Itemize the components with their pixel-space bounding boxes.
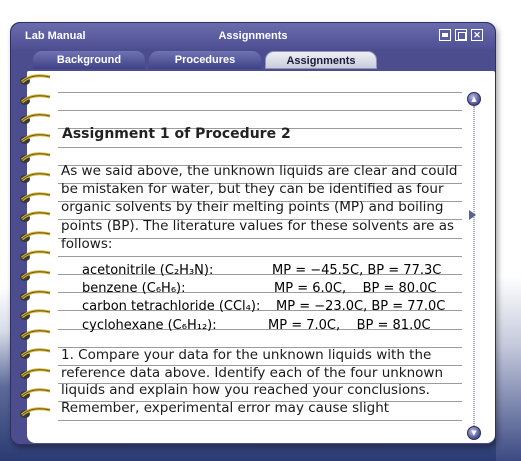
solvent-row-acetonitrile: acetonitrile (C₂H₃N): MP = −45.5C, BP = … <box>82 262 462 280</box>
spiral-ring-icon <box>18 366 52 380</box>
spiral-ring-icon <box>18 327 52 341</box>
spiral-ring-icon <box>18 150 52 164</box>
spiral-ring-icon <box>18 92 52 106</box>
scroll-thumb[interactable] <box>469 210 476 220</box>
ruled-line <box>58 146 462 148</box>
spiral-ring-icon <box>18 111 52 125</box>
title-bar[interactable]: Lab Manual Assignments ✕ <box>11 23 495 49</box>
spiral-ring-icon <box>18 307 52 321</box>
solvent-name: benzene (C₆H₆): <box>82 281 186 297</box>
spiral-ring-icon <box>18 288 52 302</box>
spiral-ring-icon <box>18 248 52 262</box>
solvent-row-benzene: benzene (C₆H₆): MP = 6.0C, BP = 80.0C <box>82 280 462 298</box>
tab-assignments[interactable]: Assignments <box>265 51 377 69</box>
spiral-ring-icon <box>18 229 52 243</box>
spiral-ring-icon <box>18 170 52 184</box>
ruled-line <box>58 419 462 421</box>
desktop-background <box>496 0 521 461</box>
scroll-down-icon[interactable]: ▼ <box>467 426 481 440</box>
solvent-properties: MP = −45.5C, BP = 77.3C <box>272 263 442 278</box>
close-icon[interactable]: ✕ <box>471 29 483 41</box>
ruled-line <box>58 92 462 93</box>
spiral-ring-icon <box>18 209 52 223</box>
solvent-properties: MP = −23.0C, BP = 77.0C <box>276 299 446 315</box>
spiral-ring-icon <box>18 72 52 86</box>
maximize-icon[interactable] <box>455 29 467 41</box>
solvent-properties: MP = 7.0C, BP = 81.0C <box>268 317 431 333</box>
question-1: 1. Compare your data for the unknown liq… <box>61 347 444 416</box>
section-title: Assignments <box>218 30 288 42</box>
spiral-ring-icon <box>18 131 52 145</box>
tab-procedures[interactable]: Procedures <box>149 51 261 69</box>
solvent-row-carbon-tetrachloride: carbon tetrachloride (CCl₄): MP = −23.0C… <box>82 298 462 316</box>
window-controls: ✕ <box>439 29 483 41</box>
ruled-line <box>58 255 462 257</box>
assignment-heading: Assignment 1 of Procedure 2 <box>62 126 291 142</box>
tab-background[interactable]: Background <box>33 51 145 69</box>
solvent-row-cyclohexane: cyclohexane (C₆H₁₂): MP = 7.0C, BP = 81.… <box>82 317 462 335</box>
scroll-up-icon[interactable]: ▲ <box>467 92 481 106</box>
solvent-properties: MP = 6.0C, BP = 80.0C <box>274 281 437 297</box>
spiral-binding <box>18 72 54 432</box>
intro-paragraph: As we said above, the unknown liquids ar… <box>61 163 458 252</box>
spiral-ring-icon <box>18 268 52 282</box>
spiral-ring-icon <box>18 346 52 360</box>
solvent-name: cyclohexane (C₆H₁₂): <box>82 317 217 333</box>
ruled-line <box>58 110 462 112</box>
solvent-name: carbon tetrachloride (CCl₄): <box>82 299 261 315</box>
spiral-ring-icon <box>18 190 52 204</box>
tab-bar: Background Procedures Assignments <box>33 51 381 69</box>
scroll-track[interactable] <box>473 106 475 430</box>
solvent-list: acetonitrile (C₂H₃N): MP = −45.5C, BP = … <box>82 262 462 335</box>
solvent-name: acetonitrile (C₂H₃N): <box>82 263 214 278</box>
minimize-icon[interactable] <box>439 29 451 41</box>
spiral-ring-icon <box>18 405 52 419</box>
vertical-scrollbar[interactable]: ▲ ▼ <box>466 92 482 440</box>
spiral-ring-icon <box>18 386 52 400</box>
